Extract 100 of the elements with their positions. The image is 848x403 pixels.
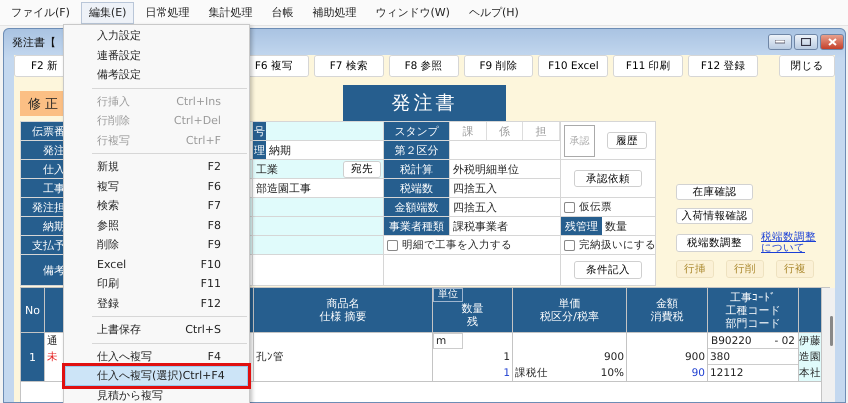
field-label: 伝票番 [21,122,66,140]
address-button[interactable]: 宛先 [343,160,381,178]
input-field[interactable]: 号 [253,122,383,140]
status-text: 未 [46,350,59,365]
window-title: 発注書【 [12,34,56,50]
column-header: 単位 [433,288,463,302]
field-label: 理 [253,141,266,159]
table-cell: 380 [708,349,798,365]
function-key-button[interactable]: F11 印刷 [613,55,684,77]
column-header: 単価 税区分/税率 [513,288,626,332]
column-header: 工事ｺｰﾄﾞ 工種コード 部門コード [708,288,798,332]
function-key-button[interactable]: F10 Excel [538,55,608,77]
table-cell: 課税仕 [515,366,548,380]
table-cell-text: 1 [502,350,511,365]
mode-badge: 修 正 [20,91,66,116]
field-label: 事業者種類 [384,217,449,235]
action-button[interactable]: 税端数調整 [676,234,753,252]
input-field[interactable] [253,198,383,216]
menu-item[interactable]: 複写 F6 [65,176,248,196]
help-link[interactable]: 税端数調整について [761,232,817,254]
stamp-slot: 係 [486,122,524,140]
function-key-button[interactable]: F12 登録 [688,55,758,77]
menu-item[interactable]: 登録 F12 [65,294,248,313]
minimize-icon [775,40,785,44]
menu-item[interactable]: ヘルプ(H) [460,2,527,24]
field-label: 金額端数 [384,198,449,216]
table-cell-text: 伊藤 [799,334,821,349]
checkbox-label: 仮伝票 [579,200,612,214]
table-cell: 10% [600,367,624,379]
history-button[interactable]: 履歴 [607,132,647,149]
approval-request-button[interactable]: 承認依頼 [574,170,642,187]
maximize-button[interactable] [794,34,818,50]
menu-item[interactable]: 参照 F8 [65,216,248,235]
menu-item[interactable]: 編集(E) [80,2,134,24]
minimize-button[interactable] [768,34,792,50]
menu-item[interactable]: ウィンドウ(W) [367,2,458,24]
table-cell-text: 造園 [799,350,821,365]
checkbox[interactable] [564,202,575,212]
field-label: スタンプ [384,122,449,140]
menu-item[interactable]: 補助処理 [304,2,364,24]
table-cell-text: 12112 [709,366,744,381]
field-value: 部造園工事 [255,180,312,196]
table-cell-text: 90 [690,366,706,381]
form-title: 発注書 [343,85,506,121]
row-number: 1 [21,333,44,381]
function-key-button[interactable]: F8 参照 [388,55,459,77]
column-header: 金額 消費税 [627,288,707,332]
field-label: 税計算 [384,160,449,178]
menu-item[interactable]: 日常処理 [137,2,198,24]
table-cell-text: 1 [502,366,511,381]
input-field[interactable] [253,236,383,254]
menu-item[interactable]: 見積から複写 [65,386,248,403]
action-button[interactable]: 在庫確認 [676,184,753,200]
table-cell: m [433,333,463,349]
menu-item[interactable]: Excel F10 [65,254,248,274]
table-cell-text: 孔ﾝ管 [255,350,285,365]
table-cell-text: 900 [602,350,625,365]
table-cell-text: 本社 [799,366,821,381]
function-key-button[interactable]: F9 削除 [464,55,534,77]
menu-item[interactable]: 印刷 F11 [65,274,248,294]
checkbox[interactable] [564,240,575,250]
column-header: No [21,288,44,332]
input-field[interactable] [253,217,383,235]
field-label: 税端数 [384,179,449,197]
menu-item[interactable]: 新規 F2 [65,157,248,176]
checkbox-label: 明細で工事を入力する [402,238,512,252]
table-cell: - 02 [774,334,795,346]
menu-item[interactable]: 上書保存 Ctrl+S [65,320,248,340]
conditions-button[interactable]: 条件記入 [574,261,642,279]
column-header: 数量 残 [462,302,484,328]
close-icon [828,38,836,46]
table-cell: B90220 [711,334,752,346]
menu-item[interactable]: ファイル(F) [3,2,78,24]
menu-item[interactable]: 台帳 [263,2,302,24]
menu-item[interactable]: 入力設定 [65,26,248,46]
menu-item[interactable]: 仕入へ複写 F4 [65,346,248,366]
scroll-thumb[interactable] [830,316,832,346]
column-header [799,288,821,332]
field-label: 第２区分 [384,141,449,159]
field-value: 数量 [604,218,628,234]
input-field[interactable]: 工業 宛先 [253,160,383,178]
function-key-button[interactable]: F7 検索 [314,55,384,77]
status-text: 通 [46,334,59,349]
close-button[interactable] [820,34,844,50]
checkbox[interactable] [387,240,398,250]
menu-item[interactable]: 仕入へ複写(選択)Ctrl+F4 [65,366,248,386]
table-cell-text: 900 [684,350,706,365]
approval-stamp: 承認 [564,124,595,156]
menu-item[interactable]: 削除 F9 [65,235,248,254]
field-label: 備考 [21,255,66,285]
action-button[interactable]: 入荷情報確認 [676,208,753,224]
menu-item[interactable]: 検索 F7 [65,196,248,216]
field-value: 納期 [268,142,292,158]
field-label: 残管理 [561,217,602,235]
field-value: 工業 [255,162,279,176]
field-value: 外税明細単位 [452,162,520,176]
menu-item[interactable]: 集計処理 [200,2,260,24]
stamp-slot: 担 [523,122,560,140]
close-window-button[interactable]: 閉じる [779,55,835,77]
column-header: 商品名 仕様 摘要 [254,288,432,332]
